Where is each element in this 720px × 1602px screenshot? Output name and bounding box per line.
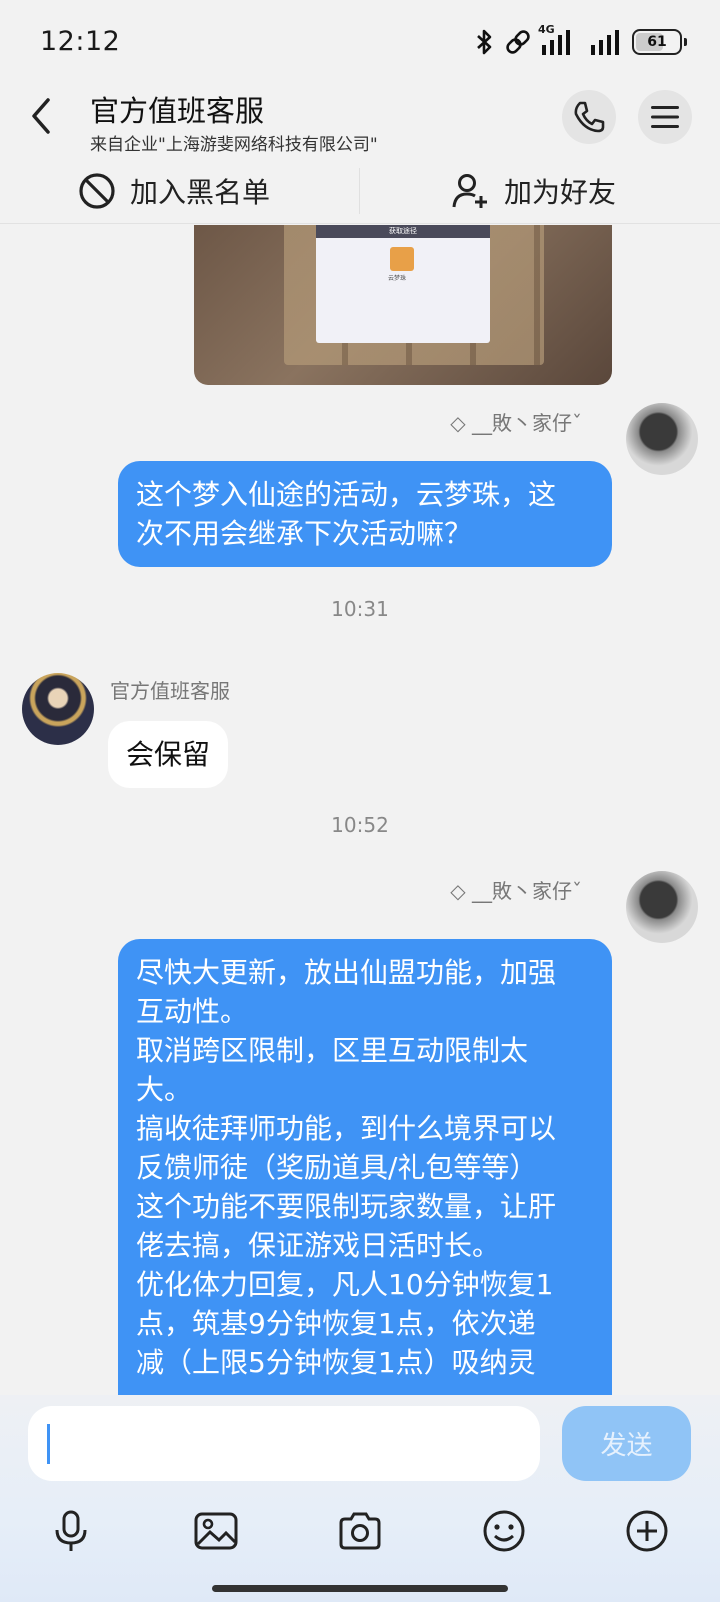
message-line: 搞收徒拜师功能，到什么境界可以: [136, 1112, 557, 1145]
sender-name: ◇ __敗丶家仔ˇ: [450, 411, 582, 435]
message-bubble[interactable]: 这个梦入仙途的活动，云梦珠，这 次不用会继承下次活动嘛？: [118, 461, 612, 567]
message-line: 这个梦入仙途的活动，云梦珠，这: [136, 478, 557, 511]
network-type-label: 4G: [538, 23, 555, 36]
gallery-button[interactable]: [186, 1501, 246, 1561]
item-icon: [390, 247, 414, 271]
camera-icon: [339, 1512, 381, 1550]
message-input[interactable]: [28, 1406, 540, 1481]
message-line: 佬去搞，保证游戏日活时长。: [136, 1229, 501, 1262]
action-divider: [359, 168, 360, 214]
voice-button[interactable]: [41, 1501, 101, 1561]
avatar[interactable]: [626, 403, 698, 475]
message-list[interactable]: 获取途径 云梦珠 ◇ __敗丶家仔ˇ 这个梦入仙途的活动，云梦珠，这 次不用会继…: [0, 225, 720, 1395]
message-line: 次不用会继承下次活动嘛？: [136, 517, 473, 550]
input-toolbar: [0, 1501, 720, 1561]
emoji-button[interactable]: [474, 1501, 534, 1561]
call-button[interactable]: [562, 90, 616, 144]
text-caret: [47, 1424, 50, 1464]
add-friend-label: 加为好友: [504, 176, 617, 209]
status-icons: 4G 61: [474, 23, 687, 56]
message-line: 优化体力回复，凡人10分钟恢复1: [136, 1268, 554, 1301]
menu-button[interactable]: [638, 90, 692, 144]
chat-title: 官方值班客服: [90, 94, 265, 128]
camera-button[interactable]: [330, 1501, 390, 1561]
message-line: 尽快大更新，放出仙盟功能，加强: [136, 956, 557, 989]
back-arrow-icon: [32, 98, 50, 134]
signal-icon: 4G: [538, 23, 580, 55]
phone-icon: [574, 101, 605, 133]
input-bar: 发送: [0, 1395, 720, 1602]
message-line: 取消跨区限制，区里互动限制太: [136, 1034, 529, 1067]
battery-icon: 61: [632, 29, 687, 55]
mic-icon: [55, 1510, 87, 1551]
block-icon: [79, 173, 115, 209]
signal-icon: [590, 29, 622, 55]
screenshot-popup: 获取途径 云梦珠: [316, 225, 490, 343]
timestamp: 10:31: [331, 597, 389, 621]
blacklist-label: 加入黑名单: [130, 176, 271, 209]
timestamp: 10:52: [331, 813, 389, 837]
home-indicator[interactable]: [212, 1585, 508, 1592]
popup-title: 获取途径: [316, 225, 490, 238]
avatar[interactable]: [626, 871, 698, 943]
status-bar: 12:12 4G 61: [0, 0, 720, 86]
clock: 12:12: [40, 26, 121, 57]
battery-level: 61: [647, 34, 667, 50]
message-line: 互动性。: [136, 995, 249, 1028]
bluetooth-icon: [474, 28, 496, 56]
menu-icon: [651, 106, 679, 128]
add-person-icon: [452, 174, 487, 208]
plus-icon: [626, 1510, 668, 1552]
more-button[interactable]: [617, 1501, 677, 1561]
emoji-icon: [483, 1510, 525, 1552]
link-icon: [506, 29, 530, 55]
chat-header: 官方值班客服 来自企业"上海游斐网络科技有限公司": [0, 86, 720, 156]
add-friend-button[interactable]: 加为好友: [452, 158, 616, 224]
back-button[interactable]: [22, 96, 62, 136]
image-icon: [194, 1512, 238, 1550]
blacklist-button[interactable]: 加入黑名单: [78, 158, 270, 224]
chat-subtitle: 来自企业"上海游斐网络科技有限公司": [90, 135, 378, 155]
message-line: 大。: [136, 1073, 193, 1106]
contact-action-bar: 加入黑名单 加为好友: [0, 158, 720, 224]
message-line: 减（上限5分钟恢复1点）吸纳灵: [136, 1346, 536, 1379]
item-caption: 云梦珠: [388, 275, 407, 282]
message-line: 会保留: [126, 738, 211, 771]
send-button[interactable]: 发送: [562, 1406, 691, 1481]
avatar[interactable]: [22, 673, 94, 745]
message-line: 点，筑基9分钟恢复1点，依次递: [136, 1307, 536, 1340]
message-bubble[interactable]: 会保留: [108, 721, 229, 788]
message-line: 反馈师徒（奖励道具/礼包等等）: [136, 1151, 538, 1184]
image-message[interactable]: 获取途径 云梦珠: [194, 225, 612, 385]
message-bubble[interactable]: 尽快大更新，放出仙盟功能，加强 互动性。 取消跨区限制，区里互动限制太 大。 搞…: [118, 939, 612, 1395]
sender-name: 官方值班客服: [110, 679, 230, 703]
sender-name: ◇ __敗丶家仔ˇ: [450, 879, 582, 903]
message-line: 这个功能不要限制玩家数量，让肝: [136, 1190, 557, 1223]
